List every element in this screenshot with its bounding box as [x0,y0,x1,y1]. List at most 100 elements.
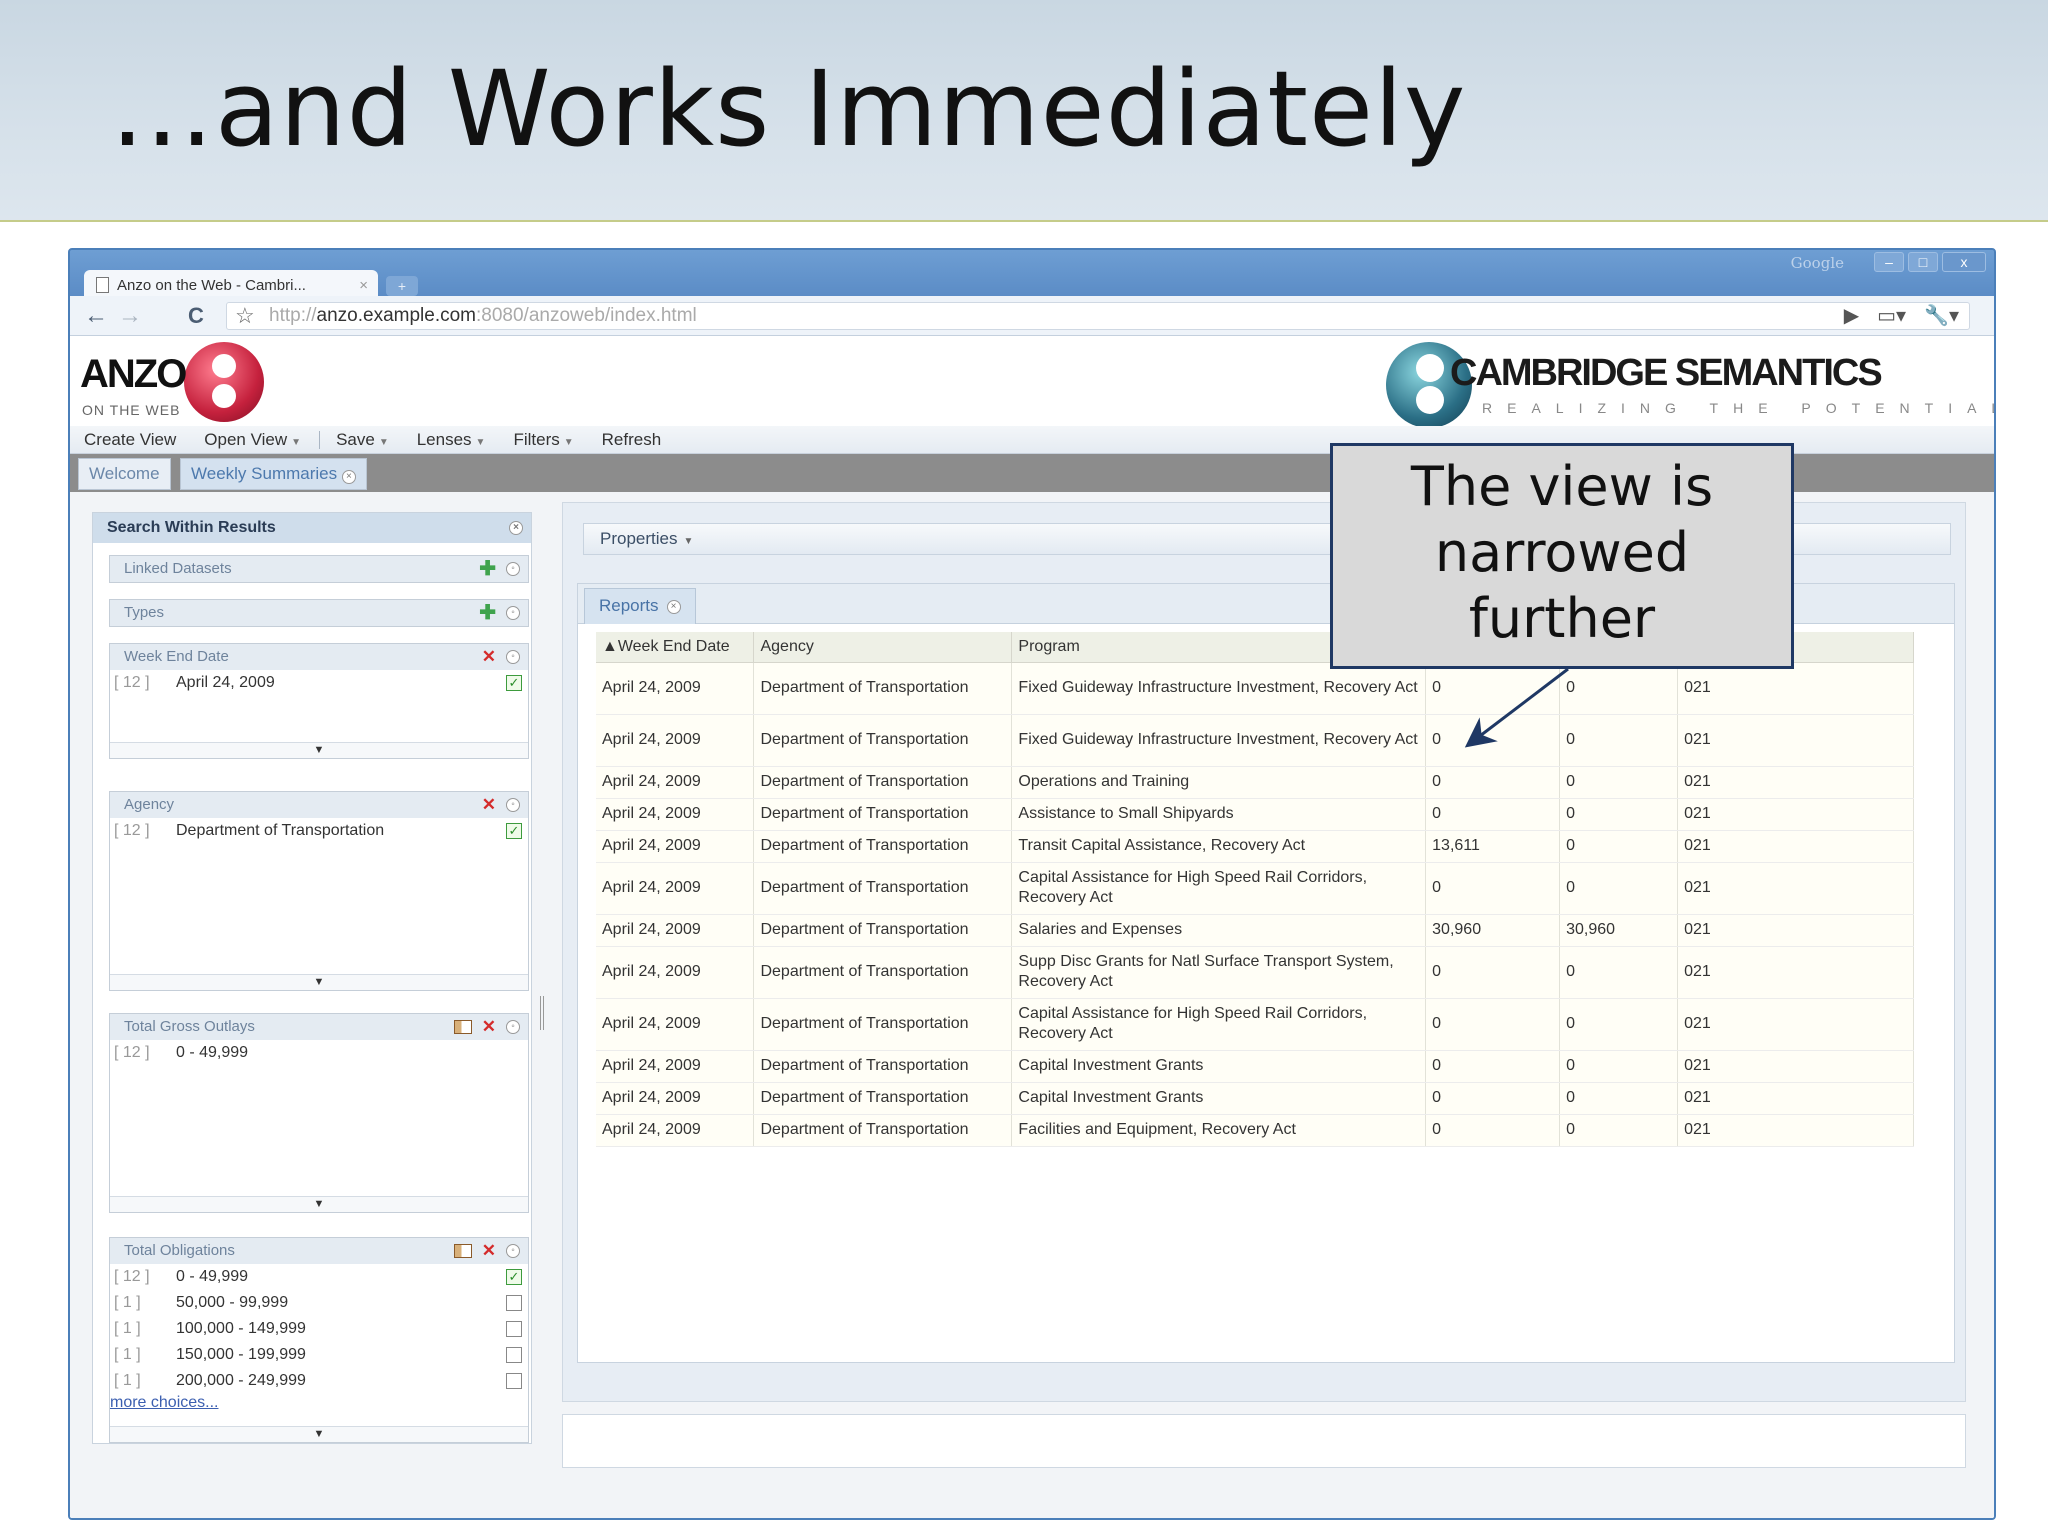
remove-icon[interactable]: ✕ [482,1238,496,1264]
chevron-down-icon: ▼ [563,436,574,448]
facet-header[interactable]: Linked Datasets ✚ ◦ [110,556,528,582]
column-header[interactable]: ▲Week End Date [596,632,755,663]
table-cell: 0 [1425,662,1561,715]
checkbox[interactable] [506,1321,522,1337]
facet-option[interactable]: [ 1 ] 200,000 - 249,999 [110,1368,528,1394]
checkbox[interactable] [506,1295,522,1311]
table-cell: Capital Investment Grants [1011,1050,1427,1083]
facet-option[interactable]: [ 12 ] 0 - 49,999 [110,1040,528,1066]
tab-reports[interactable]: Reports × [584,588,696,624]
chevron-down-icon: ▼ [378,436,389,448]
column-header[interactable]: Agency [753,632,1013,663]
slide-header: …and Works Immediately [0,0,2048,222]
back-icon[interactable]: ← [82,302,110,330]
expand-icon[interactable]: ▼ [110,1196,528,1212]
url-bar[interactable]: ☆ http://anzo.example.com:8080/anzoweb/i… [226,302,1970,330]
tab-welcome[interactable]: Welcome [78,458,171,490]
facet-option[interactable]: [ 1 ] 100,000 - 149,999 [110,1316,528,1342]
table-cell: 0 [1559,1082,1679,1115]
checkbox[interactable] [506,1373,522,1389]
table-row[interactable]: April 24, 2009 Department of Transportati… [596,946,1914,999]
table-row[interactable]: April 24, 2009 Department of Transportati… [596,1114,1914,1147]
table-cell: 0 [1559,862,1679,915]
histogram-icon[interactable] [453,1244,472,1258]
google-label: Google [1790,254,1844,272]
close-circle-icon[interactable]: × [666,600,681,614]
collapse-circle-icon[interactable]: ◦ [506,606,520,620]
add-icon[interactable]: ✚ [479,600,496,626]
collapse-circle-icon[interactable]: ◦ [506,1244,520,1258]
maximize-button[interactable]: □ [1908,252,1938,272]
table-row[interactable]: April 24, 2009 Department of Transportati… [596,798,1914,831]
facet-agency: Agency ✕ ◦ [ 12 ] Department of Transporta… [109,791,529,991]
add-icon[interactable]: ✚ [479,556,496,582]
page-menu-icon[interactable]: ▭▾ [1877,303,1906,329]
table-cell: 0 [1559,946,1679,999]
table-row[interactable]: April 24, 2009 Department of Transportati… [596,862,1914,915]
close-window-button[interactable]: x [1942,252,1986,272]
facet-option[interactable]: [ 12 ] Department of Transportation ✓ [110,818,528,844]
expand-icon[interactable]: ▼ [110,742,528,758]
remove-icon[interactable]: ✕ [482,1014,496,1040]
remove-icon[interactable]: ✕ [482,644,496,670]
remove-icon[interactable]: ✕ [482,792,496,818]
facet-header[interactable]: Types ✚ ◦ [110,600,528,626]
table-row[interactable]: April 24, 2009 Department of Transportati… [596,830,1914,863]
panel-splitter[interactable] [540,996,544,1030]
table-cell: 0 [1425,766,1561,799]
collapse-circle-icon[interactable]: ◦ [506,798,520,812]
tab-weekly-summaries[interactable]: Weekly Summaries × [180,458,367,490]
collapse-circle-icon[interactable]: ◦ [506,562,520,576]
facet-header[interactable]: Agency ✕ ◦ [110,792,528,818]
table-row[interactable]: April 24, 2009 Department of Transportati… [596,1082,1914,1115]
table-cell: 021 [1677,830,1914,863]
url-host: anzo.example.com [316,305,476,326]
go-icon[interactable]: ▶ [1844,303,1859,329]
table-row[interactable]: April 24, 2009 Department of Transportati… [596,714,1914,767]
table-cell: 021 [1677,1050,1914,1083]
reload-icon[interactable]: C [182,302,210,330]
more-choices-link[interactable]: more choices... [110,1394,218,1412]
forward-icon[interactable]: → [116,302,144,330]
wrench-icon[interactable]: 🔧▾ [1924,303,1959,329]
menu-refresh[interactable]: Refresh [602,430,662,450]
histogram-icon[interactable] [453,1020,472,1034]
collapse-circle-icon[interactable]: ◦ [506,650,520,664]
table-row[interactable]: April 24, 2009 Department of Transportati… [596,766,1914,799]
tab-close-icon[interactable]: × [359,277,378,294]
menu-lenses[interactable]: Lenses ▼ [417,430,486,450]
facet-types: Types ✚ ◦ [109,599,529,627]
table-cell: Transit Capital Assistance, Recovery Act [1011,830,1427,863]
browser-titlebar: Anzo on the Web - Cambri... × + Google –… [70,250,1994,300]
minimize-button[interactable]: – [1874,252,1904,272]
table-row[interactable]: April 24, 2009 Department of Transportati… [596,998,1914,1051]
cambridge-logo-tagline: REALIZING THE POTENTIAL [1482,400,1996,416]
facet-option[interactable]: [ 1 ] 50,000 - 99,999 [110,1290,528,1316]
facet-option[interactable]: [ 12 ] April 24, 2009 ✓ [110,670,528,696]
menu-create-view[interactable]: Create View [84,430,176,450]
collapse-circle-icon[interactable]: ◦ [506,1020,520,1034]
facet-header[interactable]: Total Gross Outlays ✕ ◦ [110,1014,528,1040]
expand-icon[interactable]: ▼ [110,1426,528,1442]
facet-option[interactable]: [ 1 ] 150,000 - 199,999 [110,1342,528,1368]
checkbox[interactable]: ✓ [506,823,522,839]
new-tab-button[interactable]: + [386,276,418,296]
checkbox[interactable] [506,1347,522,1363]
checkbox[interactable]: ✓ [506,675,522,691]
facet-option[interactable]: [ 12 ] 0 - 49,999 ✓ [110,1264,528,1290]
close-circle-icon[interactable]: × [341,470,356,484]
close-circle-icon[interactable]: × [509,521,523,535]
table-cell: Capital Investment Grants [1011,1082,1427,1115]
table-row[interactable]: April 24, 2009 Department of Transportati… [596,914,1914,947]
bookmark-star-icon[interactable]: ☆ [235,303,255,329]
menu-save[interactable]: Save ▼ [336,430,389,450]
menu-open-view[interactable]: Open View ▼ [204,430,301,450]
facet-header[interactable]: Total Obligations ✕ ◦ [110,1238,528,1264]
callout-line: The view is [1410,455,1714,518]
menu-filters[interactable]: Filters ▼ [513,430,573,450]
facet-header[interactable]: Week End Date ✕ ◦ [110,644,528,670]
expand-icon[interactable]: ▼ [110,974,528,990]
checkbox[interactable]: ✓ [506,1269,522,1285]
table-row[interactable]: April 24, 2009 Department of Transportati… [596,1050,1914,1083]
table-row[interactable]: April 24, 2009 Department of Transportati… [596,662,1914,715]
